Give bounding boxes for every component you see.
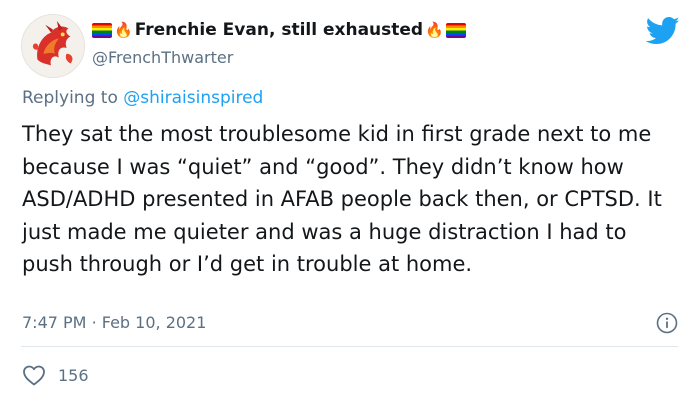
like-count: 156	[58, 365, 89, 385]
rainbow-flag-icon	[92, 22, 112, 38]
info-icon[interactable]	[656, 312, 678, 334]
twitter-bird-icon[interactable]	[646, 16, 680, 46]
fire-icon: 🔥	[114, 20, 133, 39]
rainbow-flag-icon	[445, 22, 466, 38]
tweet-time[interactable]: 7:47 PM	[22, 313, 86, 332]
reply-prefix: Replying to	[22, 88, 124, 108]
reply-mention-link[interactable]: @shiraisinspired	[123, 88, 263, 108]
dragon-avatar-icon[interactable]	[21, 14, 85, 78]
like-action[interactable]: 156	[22, 364, 89, 386]
meta-separator: ·	[91, 313, 97, 332]
reply-context: Replying to @shiraisinspired	[22, 88, 263, 108]
author-display-name[interactable]: Frenchie Evan, still exhausted	[135, 20, 423, 40]
tweet-timestamp[interactable]: 7:47 PM · Feb 10, 2021	[22, 313, 206, 332]
tweet-date[interactable]: Feb 10, 2021	[102, 313, 207, 332]
fire-icon: 🔥	[425, 20, 444, 39]
tweet-card: 🔥 Frenchie Evan, still exhausted 🔥 @Fren…	[0, 0, 700, 402]
heart-icon[interactable]	[22, 364, 46, 386]
author-name-row[interactable]: 🔥 Frenchie Evan, still exhausted 🔥	[92, 20, 466, 40]
tweet-text: They sat the most troublesome kid in fir…	[22, 122, 662, 277]
author-handle[interactable]: @FrenchThwarter	[92, 48, 233, 67]
divider	[21, 346, 678, 347]
